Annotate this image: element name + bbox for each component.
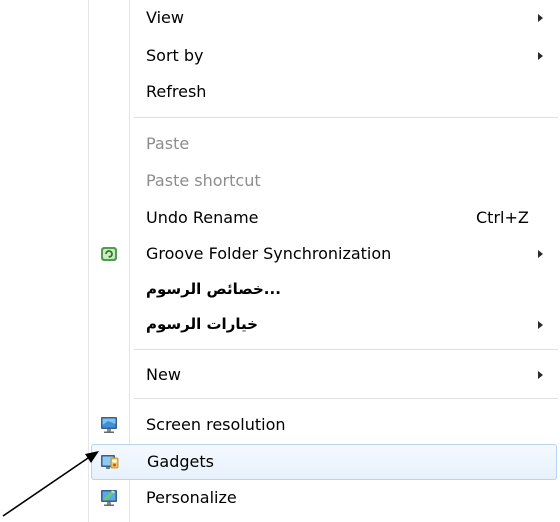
menu-item-shortcut: Ctrl+Z xyxy=(476,208,529,227)
menu-item-label: Groove Folder Synchronization xyxy=(146,244,392,263)
menu-separator xyxy=(134,398,558,399)
menu-item-gadgets[interactable]: Gadgets xyxy=(91,444,557,480)
menu-item-label: Personalize xyxy=(146,488,237,507)
personalize-icon xyxy=(101,490,117,506)
menu-separator xyxy=(134,117,558,118)
menu-item-view[interactable]: View xyxy=(89,1,560,37)
menu-item-new[interactable]: New xyxy=(89,358,560,394)
menu-item-label: Gadgets xyxy=(147,452,214,471)
menu-item-label: New xyxy=(146,365,181,384)
menu-item-groove-sync[interactable]: Groove Folder Synchronization xyxy=(89,237,560,273)
menu-item-graphics-options[interactable]: خيارات الرسوم xyxy=(89,308,560,344)
menu-item-graphics-properties[interactable]: ...خصائص الرسوم xyxy=(89,273,560,309)
context-menu: View Sort by Refresh Paste Paste shortcu… xyxy=(88,0,560,522)
menu-item-personalize[interactable]: Personalize xyxy=(89,481,560,517)
menu-item-paste-shortcut: Paste shortcut xyxy=(89,164,560,200)
desktop-background: View Sort by Refresh Paste Paste shortcu… xyxy=(0,0,560,522)
submenu-arrow-icon xyxy=(538,14,543,22)
groove-icon xyxy=(101,247,117,261)
menu-item-refresh[interactable]: Refresh xyxy=(89,75,560,111)
menu-item-undo-rename[interactable]: Undo Rename Ctrl+Z xyxy=(89,201,560,237)
menu-separator xyxy=(134,349,558,350)
monitor-icon xyxy=(101,417,117,433)
menu-item-label: View xyxy=(146,8,184,27)
submenu-arrow-icon xyxy=(538,250,543,258)
menu-item-label: ...خصائص الرسوم xyxy=(146,280,281,298)
menu-item-label: Refresh xyxy=(146,82,207,101)
menu-item-paste: Paste xyxy=(89,127,560,163)
menu-item-label: Sort by xyxy=(146,46,204,65)
menu-item-screen-resolution[interactable]: Screen resolution xyxy=(89,408,560,444)
menu-item-label: خيارات الرسوم xyxy=(146,315,258,333)
menu-item-sort-by[interactable]: Sort by xyxy=(89,39,560,75)
menu-item-label: Undo Rename xyxy=(146,208,259,227)
menu-item-label: Paste xyxy=(146,134,190,153)
gadgets-icon xyxy=(101,455,119,469)
menu-item-label: Paste shortcut xyxy=(146,171,261,190)
submenu-arrow-icon xyxy=(538,371,543,379)
submenu-arrow-icon xyxy=(538,52,543,60)
menu-item-label: Screen resolution xyxy=(146,415,286,434)
submenu-arrow-icon xyxy=(538,321,543,329)
